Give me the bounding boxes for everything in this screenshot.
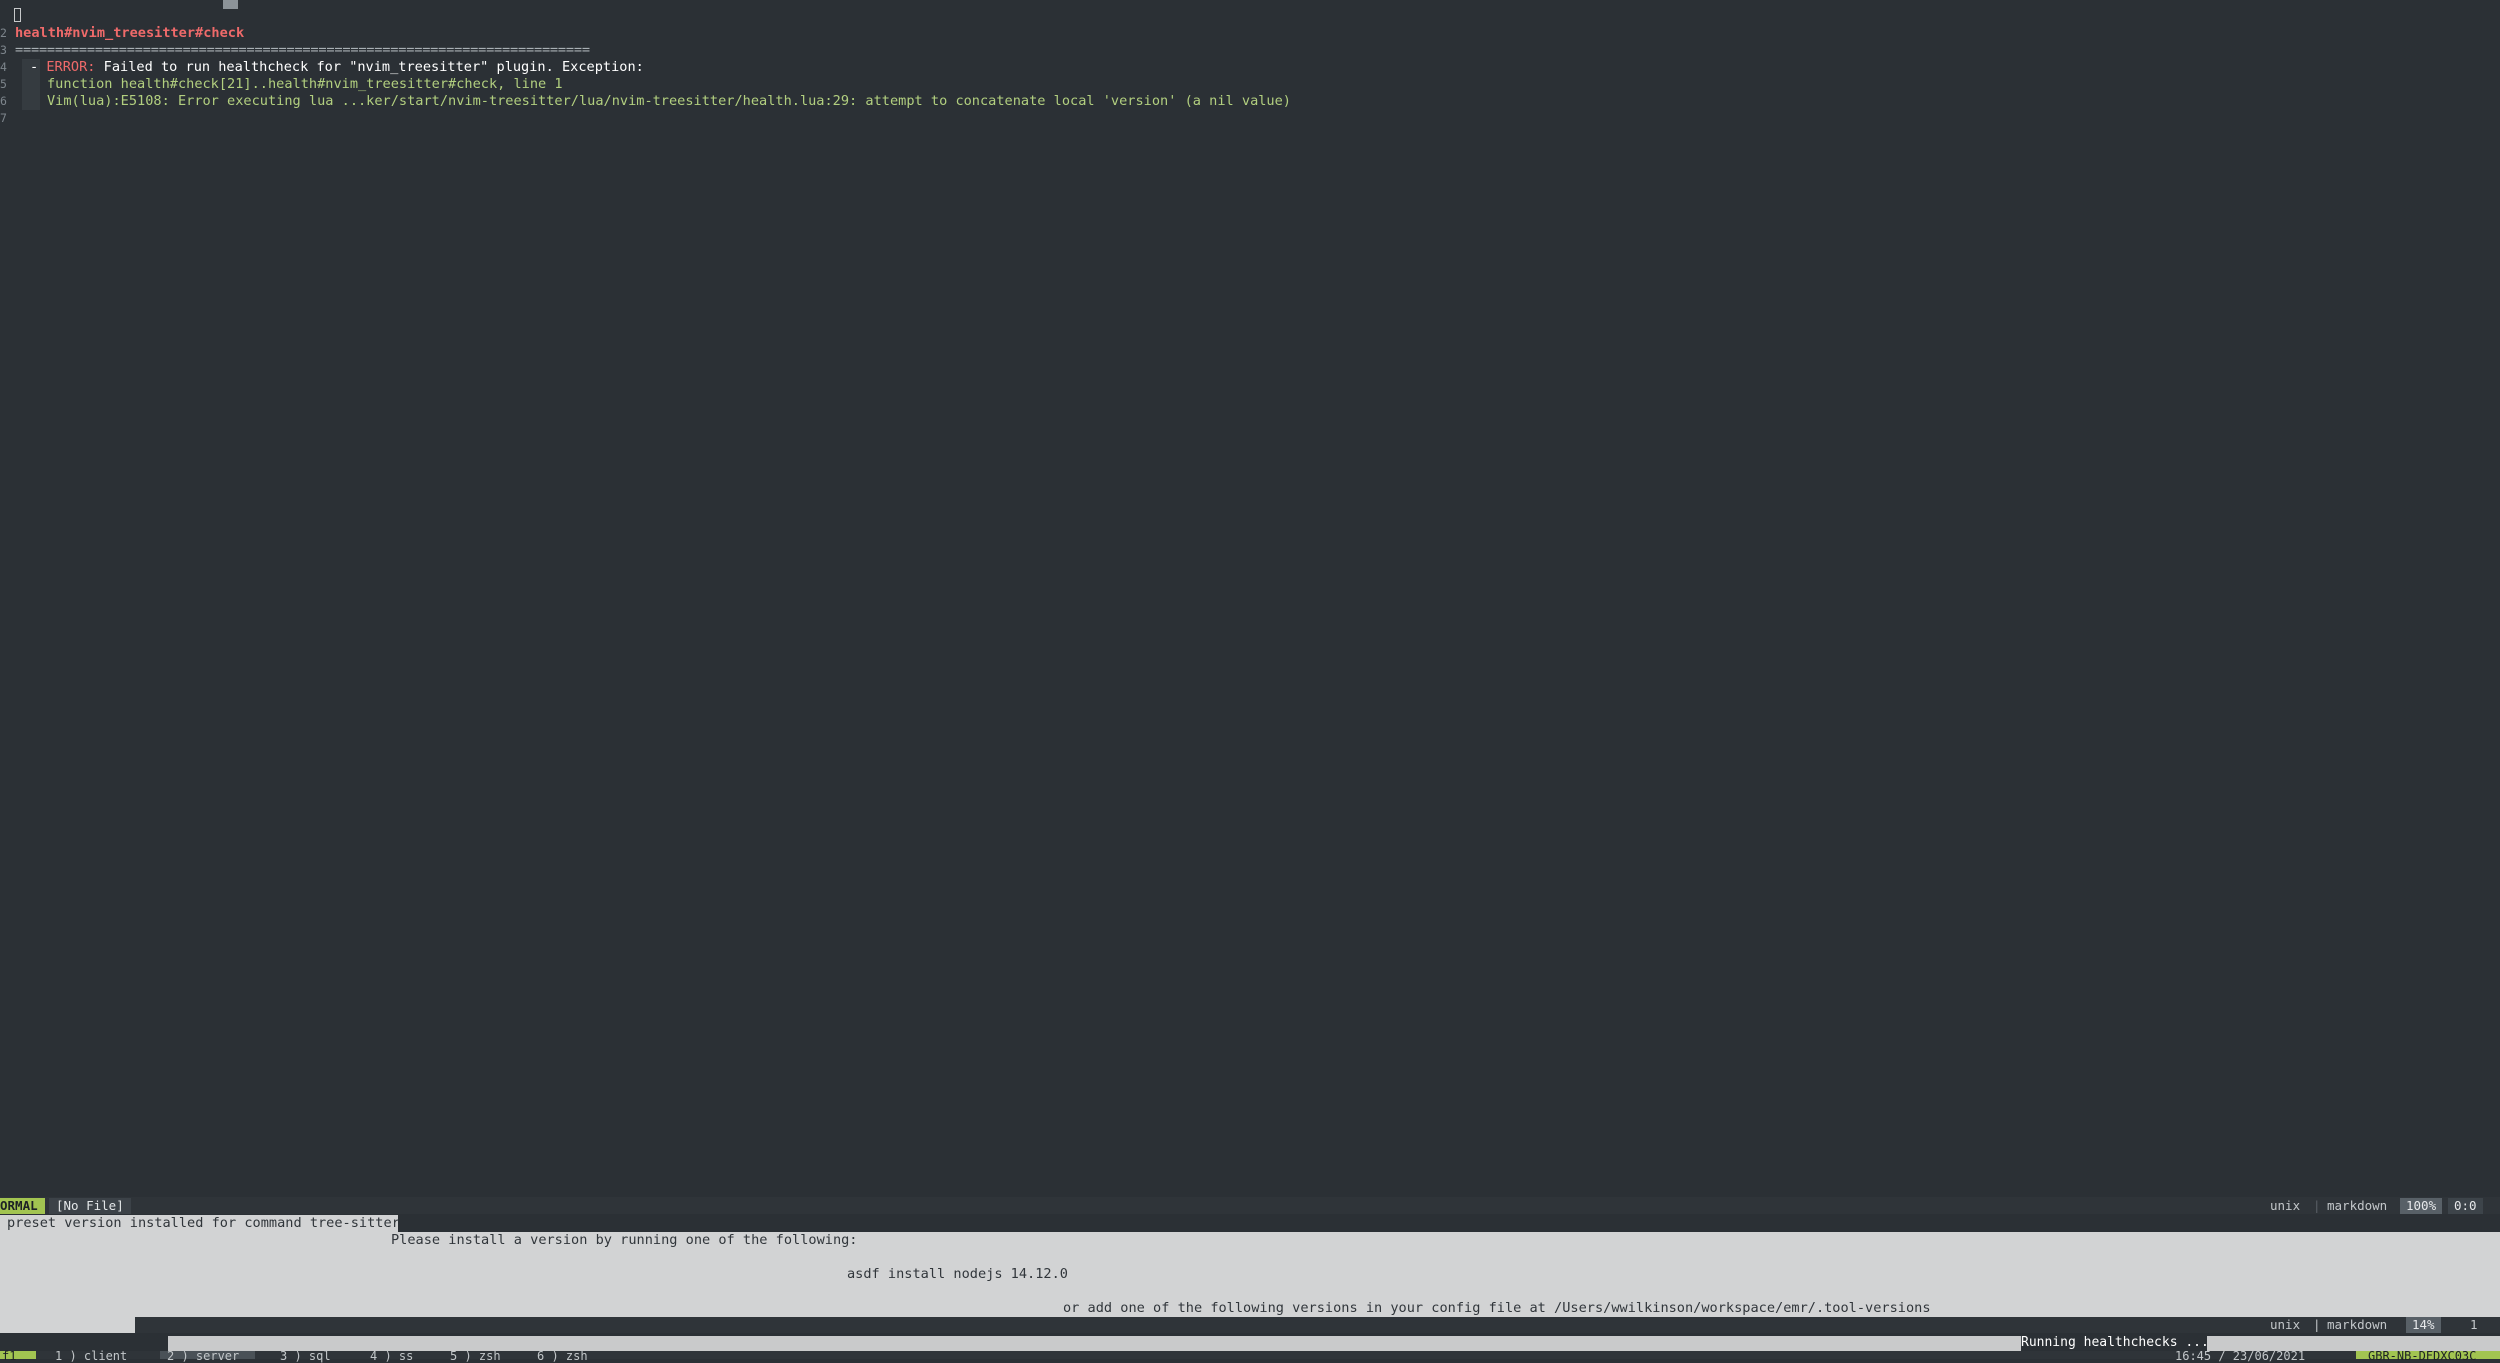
scroll-percent: 14% xyxy=(2406,1317,2441,1333)
line-number: 4 xyxy=(0,60,7,74)
tmux-window[interactable]: 1 ) client xyxy=(55,1349,127,1363)
missing-glyph-icon xyxy=(14,8,21,22)
statusline xyxy=(0,1197,2500,1214)
cursor-block xyxy=(223,0,238,9)
line-number: 2 xyxy=(0,26,7,40)
scroll-percent: 100% xyxy=(2400,1198,2443,1214)
message-panel-edge xyxy=(0,1317,135,1333)
indent-guide xyxy=(22,76,40,93)
line-number: 6 xyxy=(0,94,7,108)
tmux-session-name: f1 xyxy=(2,1349,17,1363)
heading-rule: ========================================… xyxy=(15,42,590,58)
line-number: 7 xyxy=(0,111,7,125)
message-line: asdf install nodejs 14.12.0 xyxy=(847,1266,1068,1282)
tmux-host: GBR-NB-DFDXC03C xyxy=(2368,1349,2477,1363)
fileformat: unix xyxy=(2270,1198,2301,1213)
filetype: markdown xyxy=(2327,1198,2388,1213)
separator: | xyxy=(2313,1317,2321,1332)
tmux-window[interactable]: 5 ) zsh xyxy=(450,1349,501,1363)
line-number: 5 xyxy=(0,77,7,91)
error-message: Failed to run healthcheck for "nvim_tree… xyxy=(95,59,644,75)
tmux-window[interactable]: 4 ) ss xyxy=(370,1349,413,1363)
file-name: [No File] xyxy=(49,1198,131,1214)
filetype: markdown xyxy=(2327,1317,2388,1332)
trace-line: function health#check[21]..health#nvim_t… xyxy=(47,76,563,92)
line-number: 3 xyxy=(0,43,7,57)
tmux-window[interactable]: 3 ) sql xyxy=(280,1349,331,1363)
progress-bar xyxy=(168,1336,2021,1351)
cursor-position: 0:0 xyxy=(2448,1198,2483,1214)
message-line: preset version installed for command tre… xyxy=(0,1215,400,1232)
health-heading: health#nvim_treesitter#check xyxy=(15,25,245,41)
tmux-clock: 16:45 / 23/06/2021 xyxy=(2175,1349,2306,1363)
error-label: ERROR: xyxy=(46,59,96,75)
separator: | xyxy=(2313,1198,2321,1213)
statusline-secondary xyxy=(135,1317,2500,1333)
error-line: - ERROR: Failed to run healthcheck for "… xyxy=(30,59,644,76)
trace-line: Vim(lua):E5108: Error executing lua ...k… xyxy=(47,93,1291,109)
line-count: 1 xyxy=(2470,1317,2478,1332)
indent-guide xyxy=(22,93,40,110)
message-line: or add one of the following versions in … xyxy=(1063,1300,1931,1316)
tmux-window[interactable]: 2 ) server xyxy=(167,1349,239,1363)
error-bullet: - xyxy=(30,59,47,75)
fileformat: unix xyxy=(2270,1317,2301,1332)
tmux-window[interactable]: 6 ) zsh xyxy=(537,1349,588,1363)
message-line: Please install a version by running one … xyxy=(391,1232,858,1248)
mode-indicator: ORMAL xyxy=(0,1198,45,1214)
